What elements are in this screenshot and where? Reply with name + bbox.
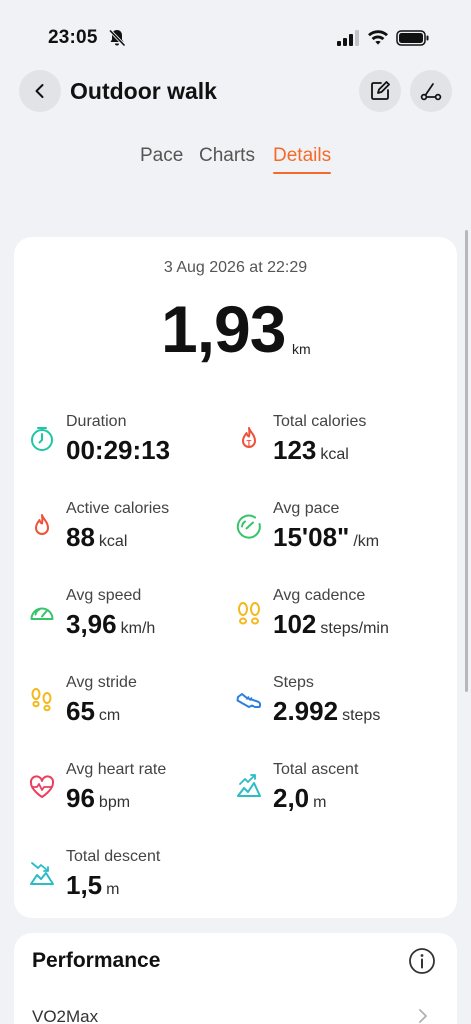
scrollbar[interactable]	[465, 230, 468, 692]
metric-value-line: 15'08"/km	[273, 522, 379, 553]
metric-label: Avg cadence	[273, 587, 366, 604]
back-button[interactable]	[19, 70, 61, 112]
metric-unit: m	[313, 794, 327, 811]
metric-label: Duration	[66, 413, 127, 430]
metric-total-calories: T Total calories 123 kcal	[235, 413, 435, 483]
metric-avg-cadence: Avg cadence 102 steps/min	[235, 587, 435, 657]
metric-duration: Duration 00:29:13	[28, 413, 228, 483]
metric-label: Avg pace	[273, 500, 340, 517]
edit-icon	[371, 81, 390, 100]
footprints-icon	[238, 602, 260, 625]
metric-unit: /km	[353, 533, 380, 550]
status-time: 23:05	[48, 27, 98, 48]
metric-label: Active calories	[66, 500, 170, 517]
tab-pace[interactable]: Pace	[140, 145, 183, 167]
header: Outdoor walk	[0, 70, 471, 116]
pace-gauge-icon	[236, 514, 261, 539]
speedometer-icon	[30, 607, 54, 620]
flame-icon	[35, 514, 49, 535]
metric-value: 102	[273, 609, 317, 639]
metric-value: 65	[66, 696, 95, 726]
metric-avg-pace: Avg pace 15'08"/km	[235, 500, 435, 570]
metric-unit: cm	[98, 707, 121, 724]
chevron-left-icon	[35, 84, 44, 98]
metric-unit: steps/min	[320, 620, 389, 637]
tab-charts[interactable]: Charts	[199, 145, 255, 167]
route-icon	[420, 83, 442, 101]
battery-icon	[396, 30, 429, 46]
metric-label: Avg stride	[66, 674, 137, 691]
metric-label: Avg heart rate	[66, 761, 167, 778]
metric-avg-stride: Avg stride 65 cm	[28, 674, 228, 744]
metric-value-line: 96 bpm	[66, 783, 130, 814]
performance-title: Performance	[32, 949, 161, 972]
metric-value: 2,0	[273, 783, 310, 813]
metric-value-line: 00:29:13	[66, 435, 170, 466]
metric-value: 15'08"	[273, 522, 350, 552]
metric-value: 2.992	[273, 696, 339, 726]
active-tab-indicator	[273, 172, 331, 174]
ascent-icon	[237, 774, 261, 797]
metric-label: Total calories	[273, 413, 367, 430]
workout-date: 3 Aug 2026 at 22:29	[163, 259, 308, 276]
status-bar: 23:05	[0, 0, 471, 72]
metric-avg-heart-rate: Avg heart rate 96 bpm	[28, 761, 228, 831]
tab-details[interactable]: Details	[273, 145, 331, 167]
metric-value-line: 2,0 m	[273, 783, 326, 814]
stride-footprints-icon	[31, 688, 52, 712]
metric-unit: kcal	[98, 533, 128, 550]
tab-bar: Pace Charts Details	[0, 145, 471, 177]
metric-value: 123	[273, 435, 317, 465]
metric-steps: Steps 2.992 steps	[235, 674, 435, 744]
metric-unit: steps	[342, 707, 381, 724]
route-button[interactable]	[410, 70, 452, 112]
metric-value-line: 88 kcal	[66, 522, 127, 553]
performance-card: Performance VO2Max	[14, 933, 457, 1024]
stopwatch-icon	[31, 427, 53, 451]
wifi-icon	[368, 30, 388, 45]
metric-unit: m	[106, 881, 120, 898]
descent-icon	[30, 862, 54, 885]
edit-button[interactable]	[359, 70, 401, 112]
metric-value: 00:29:13	[66, 435, 171, 465]
metric-label: Steps	[273, 674, 314, 691]
metric-value: 88	[66, 522, 95, 552]
metric-value-line: 123 kcal	[273, 435, 349, 466]
cellular-signal-icon	[337, 30, 359, 46]
metric-avg-speed: Avg speed 3,96 km/h	[28, 587, 228, 657]
details-card: 3 Aug 2026 at 22:29 1,93 km Duration 00:…	[14, 237, 457, 918]
distance-unit: km	[292, 341, 311, 357]
page-title: Outdoor walk	[70, 78, 217, 104]
metric-total-descent: Total descent 1,5 m	[28, 848, 228, 918]
metric-value-line: 65 cm	[66, 696, 120, 727]
metric-unit: kcal	[320, 446, 349, 463]
shoe-icon	[236, 693, 262, 708]
metric-total-ascent: Total ascent 2,0 m	[235, 761, 435, 831]
metric-value: 96	[66, 783, 95, 813]
metric-label: Total ascent	[273, 761, 359, 778]
metric-unit: km/h	[120, 620, 156, 637]
metric-value-line: 3,96 km/h	[66, 609, 155, 640]
metric-value: 1,5	[66, 870, 103, 900]
metric-value-line: 2.992 steps	[273, 696, 380, 727]
metric-value-line: 1,5 m	[66, 870, 119, 901]
chevron-right-icon[interactable]	[416, 1007, 430, 1024]
metric-active-calories: Active calories 88 kcal	[28, 500, 228, 570]
total-calories-flame-icon: T	[242, 427, 256, 448]
svg-text:T: T	[247, 439, 252, 448]
metric-value-line: 102 steps/min	[273, 609, 389, 640]
metric-label: Avg speed	[66, 587, 142, 604]
distance-value: 1,93	[161, 292, 286, 366]
metric-unit: bpm	[98, 794, 131, 811]
metric-label: Total descent	[66, 848, 161, 865]
info-icon[interactable]	[408, 947, 436, 975]
bell-muted-icon	[108, 29, 126, 47]
heart-rate-icon	[29, 775, 55, 798]
vo2max-row-label[interactable]: VO2Max	[32, 1007, 98, 1024]
metric-value: 3,96	[66, 609, 117, 639]
